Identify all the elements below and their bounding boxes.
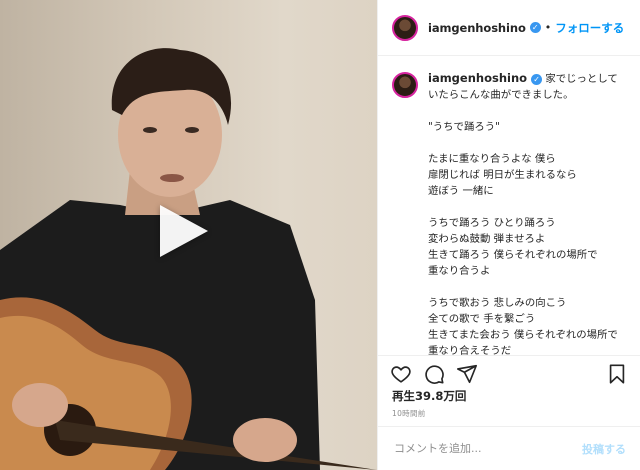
caption-area: iamgenhoshino ✓ 家でじっとしていたらこんな曲ができました。 "うち… bbox=[378, 56, 640, 355]
comment-bar: 投稿する bbox=[378, 426, 640, 470]
header-username[interactable]: iamgenhoshino bbox=[428, 21, 526, 35]
verified-badge-icon: ✓ bbox=[529, 22, 541, 33]
post-comment-button[interactable]: 投稿する bbox=[582, 441, 626, 457]
heart-icon[interactable] bbox=[390, 363, 412, 385]
share-icon[interactable] bbox=[456, 363, 478, 385]
video-player[interactable] bbox=[0, 0, 377, 470]
caption-text: iamgenhoshino ✓ 家でじっとしていたらこんな曲ができました。 "うち… bbox=[428, 70, 620, 355]
post-header: iamgenhoshino ✓ • フォローする bbox=[378, 0, 640, 56]
caption-row: iamgenhoshino ✓ 家でじっとしていたらこんな曲ができました。 "うち… bbox=[392, 70, 626, 355]
action-bar bbox=[378, 355, 640, 391]
instagram-post: iamgenhoshino ✓ • フォローする iamgenhoshino ✓ … bbox=[0, 0, 640, 470]
view-count[interactable]: 再生39.8万回 bbox=[392, 388, 466, 404]
caption-username[interactable]: iamgenhoshino bbox=[428, 71, 527, 85]
post-sidebar: iamgenhoshino ✓ • フォローする iamgenhoshino ✓ … bbox=[377, 0, 640, 470]
comment-input[interactable] bbox=[392, 441, 566, 456]
caption-avatar[interactable] bbox=[392, 72, 418, 98]
comment-icon[interactable] bbox=[423, 363, 445, 385]
caption-body: 家でじっとしていたらこんな曲ができました。 "うちで踊ろう" たまに重なり合うよ… bbox=[428, 73, 618, 355]
avatar[interactable] bbox=[392, 14, 418, 41]
bookmark-icon[interactable] bbox=[606, 363, 628, 385]
play-icon[interactable] bbox=[160, 205, 208, 257]
follow-button[interactable]: フォローする bbox=[555, 20, 624, 36]
separator-dot: • bbox=[544, 21, 552, 34]
post-timestamp[interactable]: 10時間前 bbox=[392, 408, 426, 419]
caption-verified-badge-icon: ✓ bbox=[531, 73, 543, 85]
